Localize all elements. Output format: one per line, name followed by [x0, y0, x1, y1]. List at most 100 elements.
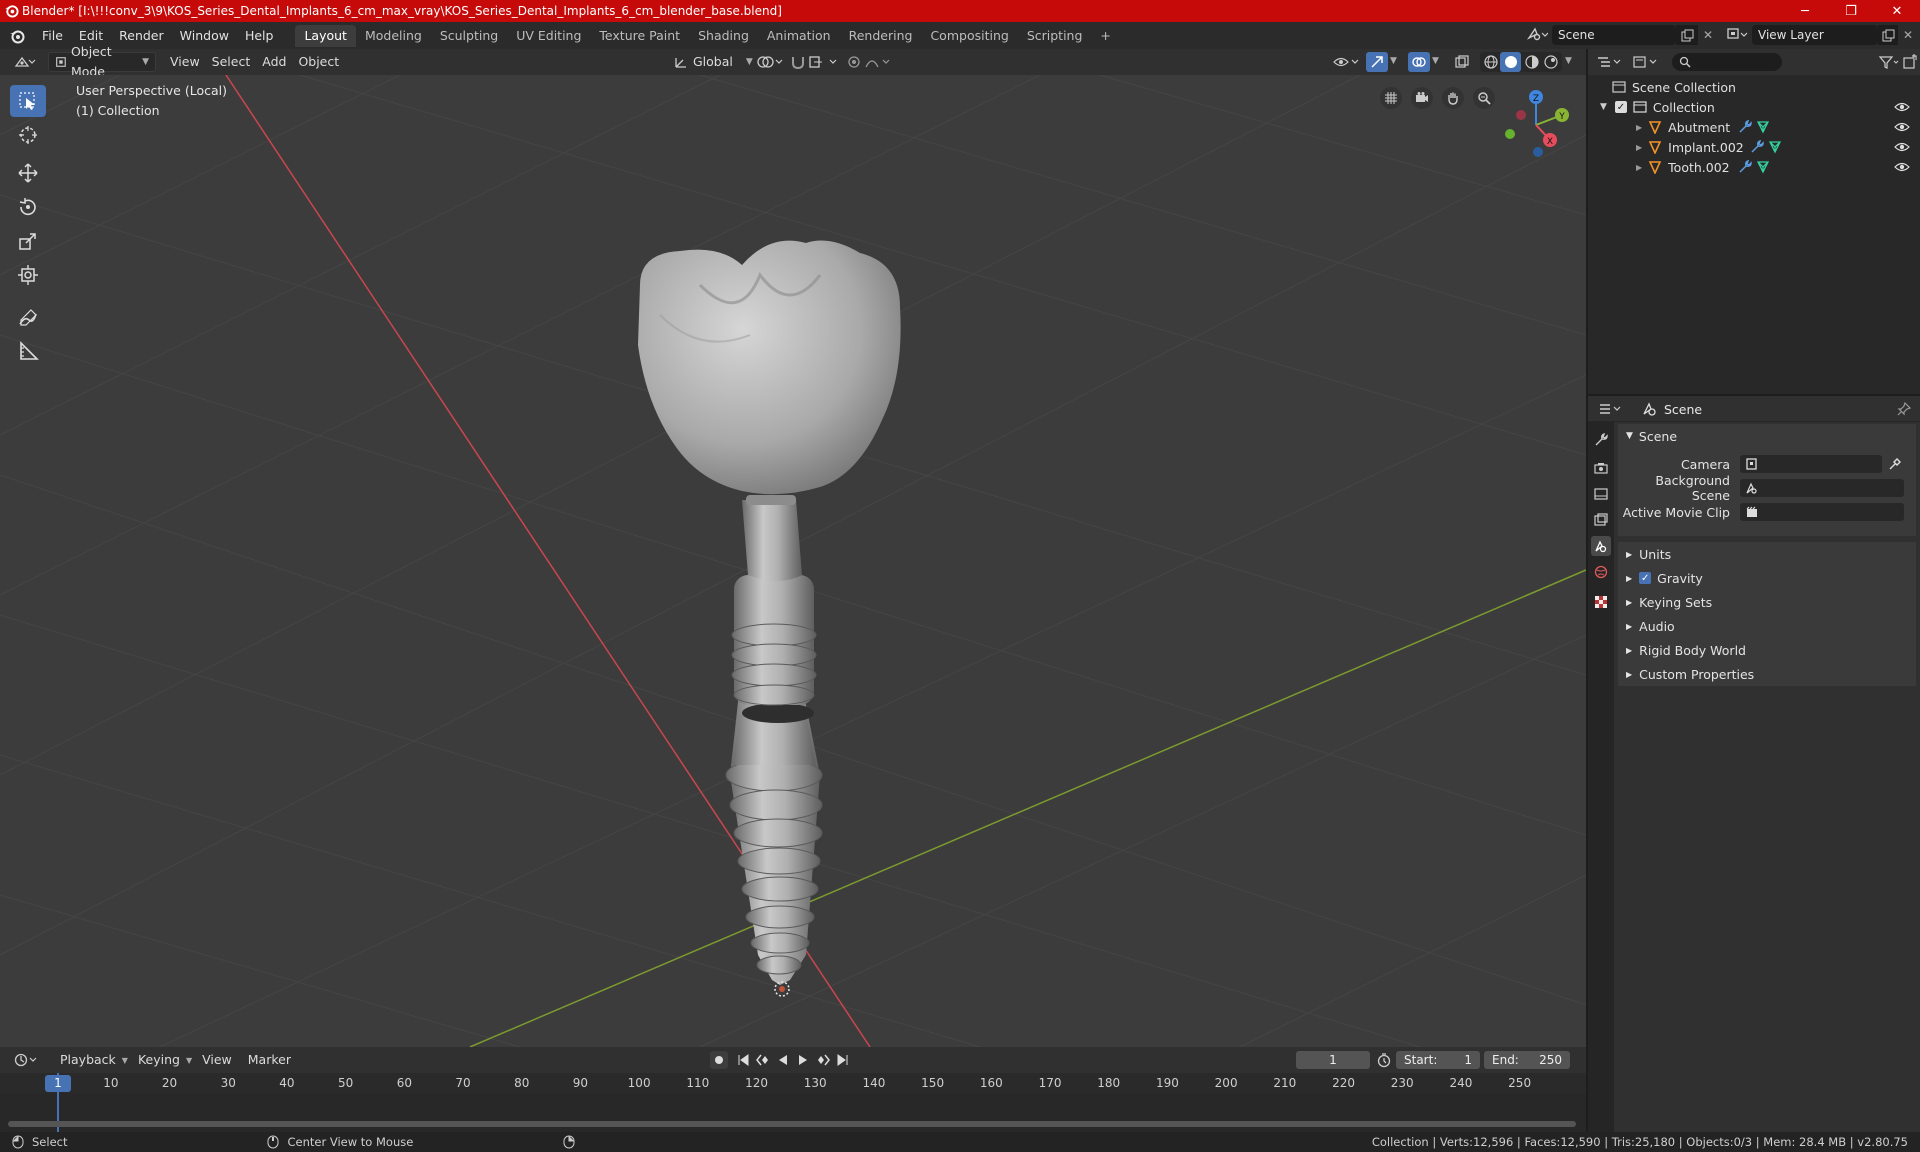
tab-rendering[interactable]: Rendering: [840, 25, 922, 47]
timeline-editor-type-icon[interactable]: [8, 1050, 46, 1070]
menu-timeline-view[interactable]: View: [196, 1050, 238, 1070]
annotate-tool[interactable]: [10, 301, 46, 333]
material-shading-icon[interactable]: [1524, 54, 1540, 70]
navigation-gizmo[interactable]: Z Y X: [1496, 85, 1576, 165]
tab-sculpting[interactable]: Sculpting: [431, 25, 507, 47]
play-reverse-icon[interactable]: [774, 1051, 792, 1069]
tab-tool[interactable]: [1591, 430, 1611, 450]
scale-tool[interactable]: [10, 225, 46, 257]
next-keyframe-icon[interactable]: [814, 1051, 832, 1069]
tab-modeling[interactable]: Modeling: [356, 25, 431, 47]
view-layer-field[interactable]: View Layer: [1752, 25, 1878, 45]
menu-window[interactable]: Window: [172, 25, 237, 47]
tab-view-layer[interactable]: [1591, 510, 1611, 530]
snap-icon[interactable]: [790, 54, 842, 70]
outliner-editor-type-icon[interactable]: [1596, 54, 1624, 70]
menu-help[interactable]: Help: [237, 25, 282, 47]
gravity-section[interactable]: ▶ ✓ Gravity: [1618, 566, 1916, 590]
expand-arrow-icon[interactable]: ▶: [1636, 143, 1642, 152]
expand-arrow-icon[interactable]: ▶: [1636, 163, 1642, 172]
tab-compositing[interactable]: Compositing: [921, 25, 1017, 47]
scene-icon[interactable]: [1526, 25, 1548, 43]
tab-scripting[interactable]: Scripting: [1018, 25, 1092, 47]
maximize-button[interactable]: ❐: [1828, 0, 1874, 22]
start-frame-field[interactable]: Start: 1: [1396, 1051, 1480, 1069]
tab-animation[interactable]: Animation: [758, 25, 840, 47]
playhead-frame-label[interactable]: 1: [45, 1075, 71, 1092]
scene-name-field[interactable]: Scene: [1552, 25, 1676, 45]
outliner-search-input[interactable]: [1672, 53, 1782, 71]
jump-start-icon[interactable]: [734, 1051, 752, 1069]
timeline-scrollbar[interactable]: [8, 1121, 1576, 1127]
new-view-layer-icon[interactable]: [1878, 25, 1898, 45]
expand-arrow-icon[interactable]: ▼: [1600, 102, 1607, 112]
visibility-selectability-icon[interactable]: [1332, 54, 1360, 70]
chevron-down-icon[interactable]: ▼: [1432, 56, 1439, 66]
background-scene-field[interactable]: [1740, 479, 1904, 497]
outliner-row-object[interactable]: ▶ Abutment: [1588, 117, 1920, 137]
add-workspace-button[interactable]: +: [1091, 25, 1119, 47]
view-layer-icon[interactable]: [1726, 25, 1748, 43]
delete-view-layer-icon[interactable]: ✕: [1898, 25, 1918, 45]
camera-field[interactable]: [1740, 455, 1882, 473]
measure-tool[interactable]: [10, 335, 46, 367]
tab-scene[interactable]: [1591, 536, 1611, 556]
tab-world[interactable]: [1591, 562, 1611, 582]
minimize-button[interactable]: ─: [1782, 0, 1828, 22]
play-icon[interactable]: [794, 1051, 812, 1069]
outliner-row-scene-collection[interactable]: Scene Collection: [1588, 77, 1920, 97]
record-button[interactable]: [710, 1051, 728, 1069]
collection-checkbox[interactable]: ✓: [1614, 101, 1627, 113]
rotate-tool[interactable]: [10, 191, 46, 223]
custom-properties-section[interactable]: ▶ Custom Properties: [1618, 662, 1916, 686]
pin-icon[interactable]: [1896, 401, 1912, 417]
menu-add[interactable]: Add: [256, 52, 292, 72]
camera-view-icon[interactable]: [1411, 87, 1433, 109]
cursor-tool[interactable]: [10, 119, 46, 151]
xray-toggle-icon[interactable]: [1454, 54, 1470, 70]
tab-output[interactable]: [1591, 484, 1611, 504]
prev-keyframe-icon[interactable]: [754, 1051, 772, 1069]
preview-range-icon[interactable]: [1376, 1052, 1392, 1068]
blender-menu-icon[interactable]: [0, 28, 34, 44]
delete-scene-icon[interactable]: ✕: [1698, 25, 1718, 45]
toggle-grid-view-icon[interactable]: [1380, 87, 1402, 109]
chevron-down-icon[interactable]: ▼: [1390, 56, 1397, 66]
transform-tool[interactable]: [10, 259, 46, 291]
menu-object[interactable]: Object: [292, 52, 345, 72]
scene-panel-header[interactable]: ▼ Scene: [1618, 424, 1916, 448]
transform-orientation-dropdown[interactable]: Global ▼: [668, 52, 759, 72]
select-box-tool[interactable]: [10, 85, 46, 117]
menu-file[interactable]: File: [34, 25, 71, 47]
properties-editor-type-icon[interactable]: [1598, 401, 1626, 417]
zoom-icon[interactable]: [1473, 87, 1495, 109]
tab-shading[interactable]: Shading: [689, 25, 758, 47]
wireframe-shading-icon[interactable]: [1483, 54, 1499, 70]
menu-playback[interactable]: Playback: [54, 1050, 122, 1070]
menu-view[interactable]: View: [164, 52, 206, 72]
gizmo-toggle-icon[interactable]: [1366, 52, 1388, 72]
chevron-down-icon[interactable]: ▼: [1565, 56, 1572, 66]
display-mode-icon[interactable]: [1632, 54, 1660, 70]
rendered-shading-icon[interactable]: [1543, 54, 1559, 70]
editor-type-icon[interactable]: [8, 52, 42, 72]
keying-sets-section[interactable]: ▶ Keying Sets: [1618, 590, 1916, 614]
proportional-editing-icon[interactable]: [846, 54, 894, 70]
new-scene-icon[interactable]: [1676, 25, 1698, 45]
outliner-row-object[interactable]: ▶ Implant.002: [1588, 137, 1920, 157]
rigid-body-world-section[interactable]: ▶ Rigid Body World: [1618, 638, 1916, 662]
tab-render[interactable]: [1591, 458, 1611, 478]
3d-viewport[interactable]: User Perspective (Local) (1) Collection …: [0, 75, 1586, 1047]
filter-icon[interactable]: [1878, 54, 1900, 70]
current-frame-field[interactable]: 1: [1296, 1051, 1370, 1069]
overlays-toggle-icon[interactable]: [1408, 52, 1430, 72]
tab-texture-paint[interactable]: Texture Paint: [590, 25, 689, 47]
menu-select[interactable]: Select: [206, 52, 257, 72]
gravity-checkbox[interactable]: ✓: [1639, 572, 1652, 584]
solid-shading-icon[interactable]: [1500, 52, 1521, 72]
expand-arrow-icon[interactable]: ▶: [1636, 123, 1642, 132]
active-movie-clip-field[interactable]: [1740, 503, 1904, 521]
menu-marker[interactable]: Marker: [242, 1050, 297, 1070]
tab-uv-editing[interactable]: UV Editing: [507, 25, 590, 47]
close-button[interactable]: ✕: [1874, 0, 1920, 22]
